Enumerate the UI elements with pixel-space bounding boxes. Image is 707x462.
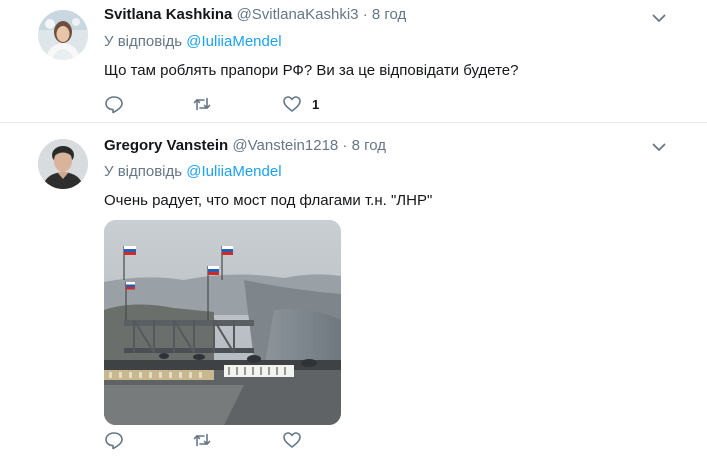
author-handle[interactable]: @SvitlanaKashki3	[237, 6, 359, 23]
reply-button[interactable]	[104, 430, 124, 450]
retweet-icon	[193, 433, 211, 447]
author-name[interactable]: Gregory Vanstein	[104, 137, 228, 154]
tweet-header: Gregory Vanstein @Vanstein1218 · 8 год	[104, 137, 386, 154]
reply-prefix: У відповідь	[104, 163, 183, 180]
avatar-image	[38, 10, 88, 60]
author-handle[interactable]: @Vanstein1218	[232, 137, 338, 154]
reply-mention-link[interactable]: @IuliiaMendel	[186, 33, 281, 50]
retweet-button[interactable]	[192, 94, 212, 114]
tweet-photo[interactable]	[104, 220, 341, 425]
chevron-down-icon[interactable]	[651, 139, 667, 155]
reply-icon	[105, 96, 123, 114]
reply-button[interactable]	[104, 94, 124, 114]
tweet-text: Очень радует, что мост под флагами т.н. …	[104, 192, 433, 209]
avatar-image	[38, 139, 88, 189]
like-button[interactable]: 1	[282, 94, 319, 114]
bridge-with-flags-photo	[104, 220, 341, 425]
chevron-down-icon[interactable]	[651, 10, 667, 26]
reply-context: У відповідь @IuliiaMendel	[104, 163, 282, 180]
reply-context: У відповідь @IuliiaMendel	[104, 33, 282, 50]
reply-icon	[105, 432, 123, 450]
tweet[interactable]: Gregory Vanstein @Vanstein1218 · 8 год У…	[0, 123, 707, 462]
like-count: 1	[312, 96, 320, 112]
tweet[interactable]: Svitlana Kashkina @SvitlanaKashki3 · 8 г…	[0, 0, 707, 123]
reply-prefix: У відповідь	[104, 33, 183, 50]
timestamp[interactable]: 8 год	[372, 6, 406, 23]
timestamp[interactable]: 8 год	[352, 137, 386, 154]
retweet-icon	[193, 97, 211, 111]
author-name[interactable]: Svitlana Kashkina	[104, 6, 232, 23]
tweet-header: Svitlana Kashkina @SvitlanaKashki3 · 8 г…	[104, 6, 406, 23]
heart-icon	[283, 96, 301, 112]
header-separator: ·	[342, 137, 348, 154]
avatar[interactable]	[38, 139, 88, 189]
heart-icon	[283, 432, 301, 448]
header-separator: ·	[362, 6, 368, 23]
like-button[interactable]	[282, 430, 312, 450]
reply-mention-link[interactable]: @IuliiaMendel	[186, 163, 281, 180]
retweet-button[interactable]	[192, 430, 212, 450]
avatar[interactable]	[38, 10, 88, 60]
tweet-text: Що там роблять прапори РФ? Ви за це відп…	[104, 62, 519, 79]
